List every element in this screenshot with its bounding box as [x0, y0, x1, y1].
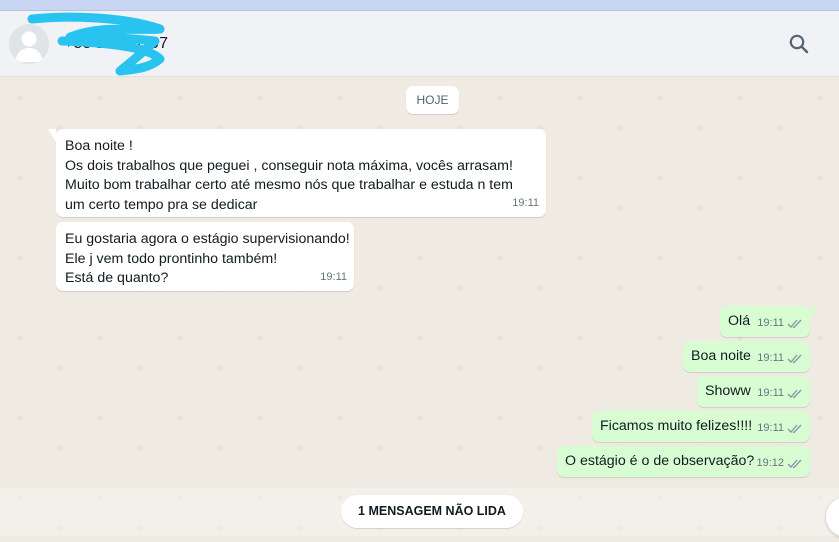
message-time: 19:11: [757, 316, 784, 329]
window-top-strip: [0, 0, 839, 11]
default-avatar-icon: [9, 24, 49, 64]
date-separator: HOJE: [406, 86, 459, 114]
incoming-message[interactable]: Boa noite ! Os dois trabalhos que peguei…: [48, 129, 546, 217]
message-line: Muito bom trabalhar certo até mesmo nós …: [65, 177, 513, 193]
message-list[interactable]: HOJE Boa noite ! Os dois trabalhos que p…: [0, 78, 839, 542]
message-meta: 19:12: [756, 454, 803, 474]
message-meta: 19:11: [757, 314, 803, 334]
message-time: 19:11: [757, 386, 784, 399]
whatsapp-chat-window: +55 11 9 6507 HOJE Boa noite ! Os dois t…: [0, 0, 839, 542]
message-text: Olá: [728, 313, 751, 329]
search-button[interactable]: [787, 32, 811, 56]
outgoing-message[interactable]: O estágio é o de observação? 19:12: [557, 446, 810, 477]
message-text: Showw: [705, 383, 751, 399]
message-meta: 19:11: [512, 194, 539, 214]
message-text: Ficamos muito felizes!!!!: [600, 418, 753, 434]
double-check-icon: [787, 354, 802, 364]
message-line: Eu gostaria agora o estágio supervisiona…: [65, 231, 350, 247]
message-line: Está de quanto?: [65, 270, 169, 286]
contact-name[interactable]: +55 11 9 6507: [64, 35, 168, 53]
contact-avatar[interactable]: [9, 24, 49, 64]
outgoing-message[interactable]: Showw 19:11: [697, 376, 810, 407]
message-line: Boa noite !: [65, 138, 133, 154]
double-check-icon: [787, 389, 802, 399]
incoming-message[interactable]: Eu gostaria agora o estágio supervisiona…: [56, 222, 354, 291]
message-line: Ele j vem todo prontinho também!: [65, 250, 278, 267]
message-text: O estágio é o de observação?: [565, 453, 755, 469]
double-check-icon: [787, 319, 802, 329]
message-line: um certo tempo pra se dedicar: [65, 196, 258, 213]
unread-messages-label: 1 MENSAGEM NÃO LIDA: [341, 495, 523, 528]
message-meta: 19:11: [757, 419, 803, 439]
outgoing-message[interactable]: Ficamos muito felizes!!!! 19:11: [592, 411, 810, 442]
message-time: 19:11: [320, 270, 347, 283]
message-time: 19:11: [512, 196, 539, 209]
outgoing-message[interactable]: Boa noite 19:11: [683, 341, 810, 372]
message-meta: 19:11: [757, 349, 803, 369]
message-time: 19:11: [757, 351, 784, 364]
double-check-icon: [787, 424, 802, 434]
double-check-icon: [787, 459, 802, 469]
message-time: 19:12: [756, 456, 784, 469]
outgoing-message[interactable]: Olá 19:11: [720, 306, 818, 337]
message-meta: 19:11: [320, 268, 347, 288]
chat-header: +55 11 9 6507: [0, 11, 839, 77]
message-text: Boa noite: [691, 348, 751, 364]
message-meta: 19:11: [757, 384, 803, 404]
search-icon: [789, 34, 809, 54]
message-line: Os dois trabalhos que peguei , conseguir…: [65, 157, 513, 174]
message-time: 19:11: [757, 421, 784, 434]
